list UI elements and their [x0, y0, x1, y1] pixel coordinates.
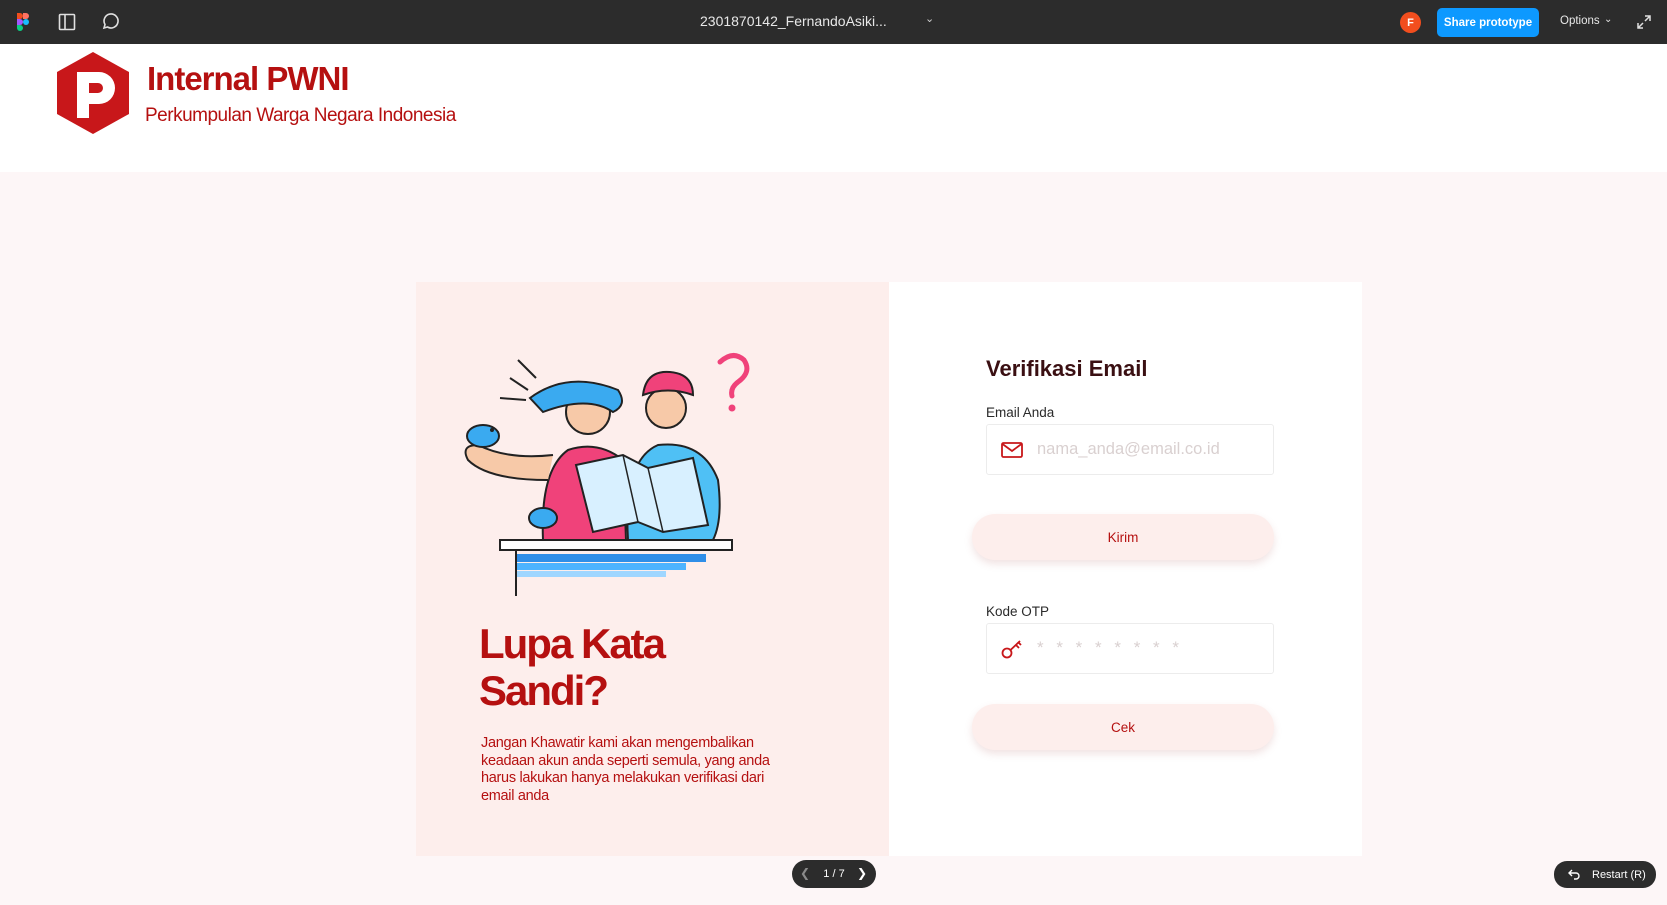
otp-input[interactable] — [1037, 624, 1267, 673]
chevron-down-icon[interactable]: ⌄ — [1604, 14, 1612, 25]
email-input[interactable] — [1037, 425, 1267, 474]
brand-logo-icon — [55, 52, 131, 134]
send-button[interactable]: Kirim — [972, 514, 1274, 560]
panel-icon[interactable] — [56, 11, 78, 33]
share-prototype-button[interactable]: Share prototype — [1437, 8, 1539, 37]
avatar[interactable]: F — [1400, 12, 1421, 33]
otp-field-wrapper[interactable] — [986, 623, 1274, 674]
email-field-wrapper[interactable] — [986, 424, 1274, 475]
panel-description: Jangan Khawatir kami akan mengembalikan … — [481, 735, 770, 804]
otp-label: Kode OTP — [986, 604, 1050, 619]
brand-title: Internal PWNI — [147, 60, 350, 97]
check-button[interactable]: Cek — [972, 704, 1274, 750]
form-title: Verifikasi Email — [986, 356, 1148, 381]
expand-icon[interactable] — [1636, 14, 1652, 30]
frame-pager: ❮ 1 / 7 ❯ — [792, 860, 876, 888]
mail-icon — [1000, 438, 1024, 462]
chevron-right-icon[interactable]: ❯ — [857, 866, 867, 880]
undo-icon — [1568, 869, 1580, 880]
comment-icon[interactable] — [99, 11, 121, 33]
panel-title: Lupa Kata Sandi? — [479, 620, 666, 714]
restart-button[interactable]: Restart (R) — [1554, 861, 1656, 888]
prototype-toolbar: 2301870142_FernandoAsiki... ⌄ F Share pr… — [0, 0, 1667, 44]
file-title[interactable]: 2301870142_FernandoAsiki... — [700, 13, 887, 29]
people-map-illustration — [448, 350, 758, 600]
email-label: Email Anda — [986, 405, 1055, 420]
figma-logo-icon[interactable] — [12, 11, 34, 33]
restart-label: Restart (R) — [1592, 869, 1646, 881]
brand-subtitle: Perkumpulan Warga Negara Indonesia — [145, 105, 456, 126]
options-menu[interactable]: Options — [1560, 15, 1600, 27]
key-icon — [1000, 637, 1024, 661]
chevron-down-icon[interactable]: ⌄ — [925, 12, 934, 25]
